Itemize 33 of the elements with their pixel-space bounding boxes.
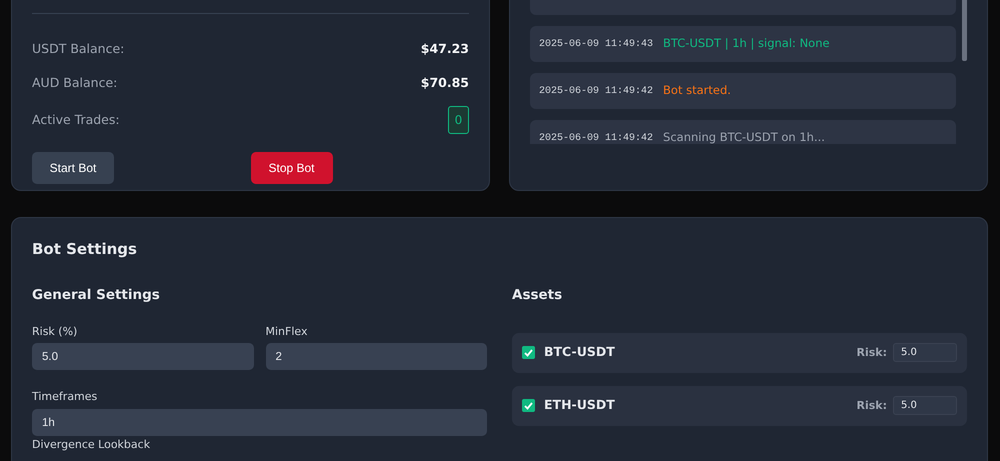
stop-button[interactable]: Stop Bot bbox=[250, 152, 332, 184]
text-field[interactable]: 2 bbox=[266, 343, 487, 370]
field-label: Risk: bbox=[856, 344, 887, 360]
risk-field[interactable]: 5.0 bbox=[893, 396, 957, 416]
text-field[interactable]: 5.0 bbox=[32, 343, 254, 370]
scrollbar-thumb[interactable] bbox=[962, 0, 967, 61]
risk-field[interactable]: 5.0 bbox=[893, 343, 957, 362]
text-field[interactable]: 1h bbox=[32, 409, 487, 436]
field-label: Risk: bbox=[856, 398, 887, 414]
field-label: Timeframes bbox=[32, 390, 98, 404]
log-message: Bot started. bbox=[663, 82, 731, 100]
checkbox[interactable] bbox=[522, 399, 535, 412]
field-label: Divergence Lookback bbox=[32, 438, 152, 452]
balance-label: USDT Balance: bbox=[32, 40, 124, 58]
log-message: BTC-USDT | 1h | signal: None bbox=[663, 35, 830, 52]
start-button[interactable]: Start Bot bbox=[32, 152, 114, 184]
count-badge: 0 bbox=[448, 106, 469, 134]
checkbox[interactable] bbox=[522, 346, 535, 360]
log-message: Scanning BTC-USDT on 1h... bbox=[663, 129, 825, 144]
field-label: Active Trades: bbox=[32, 110, 120, 129]
asset-name: ETH-USDT bbox=[544, 396, 616, 414]
asset-name: BTC-USDT bbox=[544, 343, 616, 362]
field-label: MinFlex bbox=[266, 324, 308, 338]
section-title: Bot Settings bbox=[32, 239, 138, 260]
timestamp: 2025-06-09 11:49:43 bbox=[539, 38, 654, 52]
timestamp: 2025-06-09 11:49:42 bbox=[539, 84, 654, 98]
subsection-title: General Settings bbox=[32, 286, 161, 304]
timestamp: 2025-06-09 11:49:42 bbox=[539, 132, 654, 144]
balance-value: $47.23 bbox=[420, 40, 469, 58]
subsection-title: Assets bbox=[512, 286, 564, 304]
balance-value: $70.85 bbox=[420, 74, 469, 92]
field-label: Risk (%) bbox=[32, 324, 78, 338]
balance-label: AUD Balance: bbox=[32, 74, 118, 92]
